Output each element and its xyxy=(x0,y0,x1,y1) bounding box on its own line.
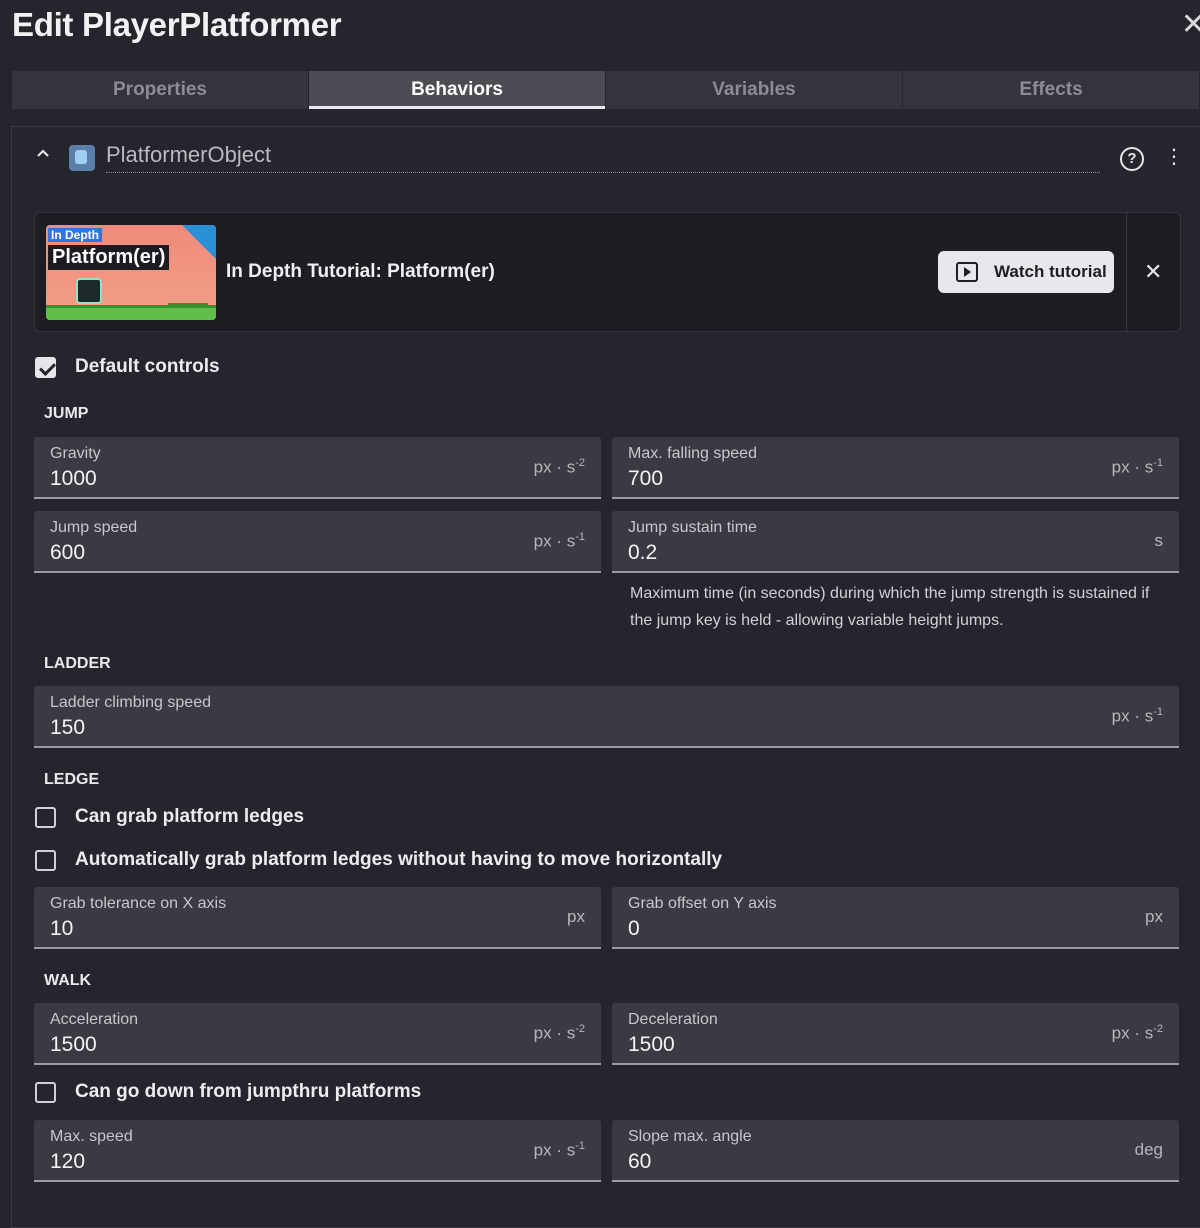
checkbox-checked-icon[interactable] xyxy=(35,356,56,378)
field-unit: px · s-2 xyxy=(533,1023,585,1043)
dismiss-tutorial-icon[interactable]: ✕ xyxy=(1144,259,1162,285)
field-value[interactable]: 700 xyxy=(628,467,663,491)
platformer-behavior-icon xyxy=(69,145,95,171)
behavior-name-field[interactable]: PlatformerObject xyxy=(106,142,1100,173)
watch-tutorial-label: Watch tutorial xyxy=(994,262,1107,281)
field-value[interactable]: 10 xyxy=(50,917,73,941)
ground-decoration xyxy=(46,305,216,320)
tab-behaviors[interactable]: Behaviors xyxy=(309,71,606,109)
dialog-title: Edit PlayerPlatformer xyxy=(12,6,342,43)
section-walk: WALK xyxy=(44,972,92,989)
slope-max-angle-field[interactable]: Slope max. angle 60 deg xyxy=(612,1120,1179,1182)
field-label: Ladder climbing speed xyxy=(50,694,211,711)
field-unit: s xyxy=(1154,531,1164,550)
field-label: Grab tolerance on X axis xyxy=(50,895,227,912)
jumpthru-down-label: Can go down from jumpthru platforms xyxy=(75,1081,422,1102)
field-label: Jump sustain time xyxy=(628,519,757,536)
field-label: Gravity xyxy=(50,445,101,462)
max-falling-speed-field[interactable]: Max. falling speed 700 px · s-1 xyxy=(612,437,1179,499)
default-controls-label: Default controls xyxy=(75,356,220,377)
jump-speed-field[interactable]: Jump speed 600 px · s-1 xyxy=(34,511,601,573)
field-label: Grab offset on Y axis xyxy=(628,895,777,912)
ladder-climbing-speed-field[interactable]: Ladder climbing speed 150 px · s-1 xyxy=(34,686,1179,748)
behavior-header: PlatformerObject ? ⋮ xyxy=(36,142,1186,176)
field-value[interactable]: 0.2 xyxy=(628,541,657,565)
field-value[interactable]: 600 xyxy=(50,541,85,565)
max-speed-field[interactable]: Max. speed 120 px · s-1 xyxy=(34,1120,601,1182)
checkbox-unchecked-icon[interactable] xyxy=(35,806,56,828)
close-dialog-icon[interactable]: ✕ xyxy=(1181,10,1200,40)
jump-sustain-time-field[interactable]: Jump sustain time 0.2 s xyxy=(612,511,1179,573)
acceleration-field[interactable]: Acceleration 1500 px · s-2 xyxy=(34,1003,601,1065)
section-ledge: LEDGE xyxy=(44,771,100,788)
gravity-field[interactable]: Gravity 1000 px · s-2 xyxy=(34,437,601,499)
can-grab-ledges-label: Can grab platform ledges xyxy=(75,806,305,827)
tab-effects[interactable]: Effects xyxy=(903,71,1200,109)
can-grab-ledges-checkbox[interactable]: Can grab platform ledges xyxy=(35,806,304,828)
robot-character xyxy=(76,278,102,304)
field-label: Acceleration xyxy=(50,1011,139,1028)
help-icon[interactable]: ? xyxy=(1120,147,1144,171)
tab-variables[interactable]: Variables xyxy=(606,71,903,109)
thumbnail-title: Platform(er) xyxy=(48,245,170,270)
section-jump: JUMP xyxy=(44,405,89,422)
default-controls-checkbox[interactable]: Default controls xyxy=(35,356,220,378)
auto-grab-ledges-checkbox[interactable]: Automatically grab platform ledges witho… xyxy=(35,849,722,871)
field-label: Jump speed xyxy=(50,519,138,536)
field-unit: deg xyxy=(1134,1140,1163,1159)
field-unit: px · s-1 xyxy=(533,1140,585,1160)
tutorial-thumbnail: In Depth Platform(er) xyxy=(46,225,216,320)
field-unit: px · s-1 xyxy=(533,531,585,551)
field-value[interactable]: 0 xyxy=(628,917,640,941)
field-unit: px · s-1 xyxy=(1111,457,1163,477)
field-label: Slope max. angle xyxy=(628,1128,752,1145)
checkbox-unchecked-icon[interactable] xyxy=(35,1081,56,1103)
field-unit: px xyxy=(1145,907,1163,926)
jumpthru-down-checkbox[interactable]: Can go down from jumpthru platforms xyxy=(35,1081,421,1103)
field-unit: px · s-1 xyxy=(1111,706,1163,726)
field-value[interactable]: 1500 xyxy=(50,1033,97,1057)
grab-offset-y-field[interactable]: Grab offset on Y axis 0 px xyxy=(612,887,1179,949)
jump-sustain-helper-text: Maximum time (in seconds) during which t… xyxy=(630,585,1150,629)
grab-tolerance-x-field[interactable]: Grab tolerance on X axis 10 px xyxy=(34,887,601,949)
checkbox-unchecked-icon[interactable] xyxy=(35,849,56,871)
plant-decoration xyxy=(168,287,208,306)
field-value[interactable]: 1500 xyxy=(628,1033,675,1057)
auto-grab-ledges-label: Automatically grab platform ledges witho… xyxy=(75,849,723,870)
tutorial-card: In Depth Platform(er) In Depth Tutorial:… xyxy=(34,212,1181,332)
field-unit: px xyxy=(567,907,585,926)
field-value[interactable]: 120 xyxy=(50,1150,85,1174)
tab-properties[interactable]: Properties xyxy=(12,71,309,109)
deceleration-field[interactable]: Deceleration 1500 px · s-2 xyxy=(612,1003,1179,1065)
divider xyxy=(1126,213,1127,331)
field-unit: px · s-2 xyxy=(533,457,585,477)
field-value[interactable]: 60 xyxy=(628,1150,651,1174)
tutorial-title: In Depth Tutorial: Platform(er) xyxy=(226,261,495,282)
logo-corner xyxy=(182,225,216,259)
more-options-icon[interactable]: ⋮ xyxy=(1164,144,1184,169)
tab-bar: Properties Behaviors Variables Effects xyxy=(12,71,1200,109)
thumbnail-tag: In Depth xyxy=(48,228,102,242)
field-value[interactable]: 150 xyxy=(50,716,85,740)
field-label: Deceleration xyxy=(628,1011,718,1028)
field-value[interactable]: 1000 xyxy=(50,467,97,491)
play-icon xyxy=(956,262,978,282)
watch-tutorial-button[interactable]: Watch tutorial xyxy=(938,251,1114,293)
chevron-up-icon[interactable] xyxy=(36,146,50,160)
section-ladder: LADDER xyxy=(44,655,111,672)
field-label: Max. falling speed xyxy=(628,445,757,462)
field-label: Max. speed xyxy=(50,1128,133,1145)
field-unit: px · s-2 xyxy=(1111,1023,1163,1043)
